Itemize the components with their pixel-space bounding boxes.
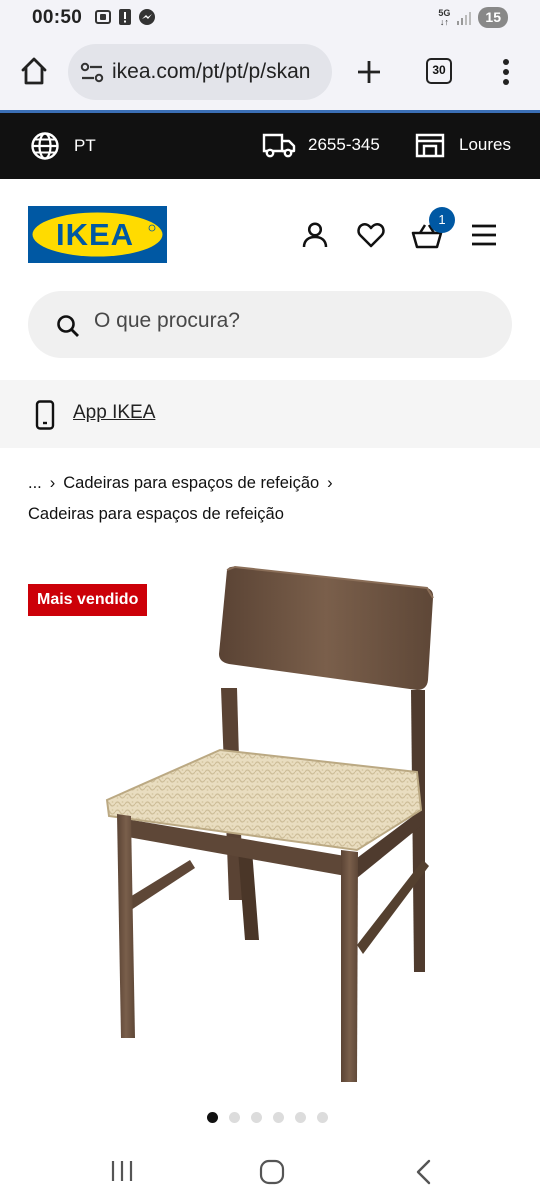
breadcrumb-current[interactable]: Cadeiras para espaços de refeição xyxy=(28,505,284,523)
alert-icon xyxy=(119,9,131,25)
home-icon[interactable] xyxy=(20,56,48,86)
search-input[interactable] xyxy=(94,309,474,333)
screenshot-icon xyxy=(95,10,111,24)
smartphone-icon xyxy=(35,400,55,430)
signal-icon xyxy=(457,11,472,25)
app-ikea-link[interactable]: App IKEA xyxy=(73,402,155,424)
logo-text: IKEA xyxy=(56,217,134,252)
breadcrumb-ellipsis[interactable]: ... xyxy=(28,474,42,492)
cart-count-badge: 1 xyxy=(429,207,455,233)
carousel-dot-5[interactable] xyxy=(295,1112,306,1123)
store-selector[interactable]: Loures xyxy=(415,132,511,158)
search-icon xyxy=(57,315,79,337)
back-icon[interactable] xyxy=(414,1159,432,1185)
image-carousel-dots xyxy=(207,1112,328,1123)
carousel-dot-1[interactable] xyxy=(207,1112,218,1123)
battery-indicator: 15 xyxy=(478,7,508,28)
favourites-icon[interactable] xyxy=(357,222,385,248)
search-bar[interactable] xyxy=(28,291,512,358)
app-banner[interactable]: App IKEA xyxy=(0,380,540,448)
system-nav-bar xyxy=(0,1140,540,1204)
ikea-logo[interactable]: IKEA xyxy=(28,206,167,263)
home-button-icon[interactable] xyxy=(259,1159,285,1185)
store-label: Loures xyxy=(459,135,511,154)
more-menu-icon[interactable] xyxy=(500,58,512,86)
language-label: PT xyxy=(74,136,96,155)
new-tab-icon[interactable] xyxy=(356,59,382,85)
messenger-icon xyxy=(139,9,155,25)
language-selector[interactable]: PT xyxy=(30,131,96,161)
breadcrumb-separator: › xyxy=(327,474,333,492)
site-settings-icon[interactable] xyxy=(80,62,104,84)
status-bar: 00:50 5G ↓↑ 15 xyxy=(0,0,540,36)
postcode-label: 2655-345 xyxy=(308,135,380,154)
utility-bar: PT 2655-345 Loures xyxy=(0,113,540,179)
network-type: 5G ↓↑ xyxy=(438,7,451,27)
globe-icon xyxy=(31,132,59,160)
status-time: 00:50 xyxy=(32,7,83,28)
status-notification-icons xyxy=(94,8,156,26)
carousel-dot-6[interactable] xyxy=(317,1112,328,1123)
delivery-postcode[interactable]: 2655-345 xyxy=(262,132,380,158)
carousel-dot-2[interactable] xyxy=(229,1112,240,1123)
carousel-dot-4[interactable] xyxy=(273,1112,284,1123)
url-text: ikea.com/pt/pt/p/skan xyxy=(112,60,311,83)
hamburger-menu-icon[interactable] xyxy=(471,223,497,247)
tab-switcher-button[interactable]: 30 xyxy=(426,58,452,84)
truck-icon xyxy=(262,133,296,158)
status-system-icons: 5G ↓↑ 15 xyxy=(438,7,508,28)
breadcrumb-separator: › xyxy=(49,474,56,492)
breadcrumb: ... › Cadeiras para espaços de refeição › C… xyxy=(28,468,518,530)
recent-apps-icon[interactable] xyxy=(110,1160,134,1182)
account-icon[interactable] xyxy=(301,221,329,249)
ikea-logo-mark: IKEA xyxy=(28,206,167,263)
network-label: 5G xyxy=(438,7,451,18)
product-image-chair[interactable] xyxy=(95,560,445,1090)
breadcrumb-parent-link[interactable]: Cadeiras para espaços de refeição xyxy=(63,474,319,492)
carousel-dot-3[interactable] xyxy=(251,1112,262,1123)
address-bar[interactable]: ikea.com/pt/pt/p/skan xyxy=(68,44,332,100)
store-icon xyxy=(415,133,445,158)
